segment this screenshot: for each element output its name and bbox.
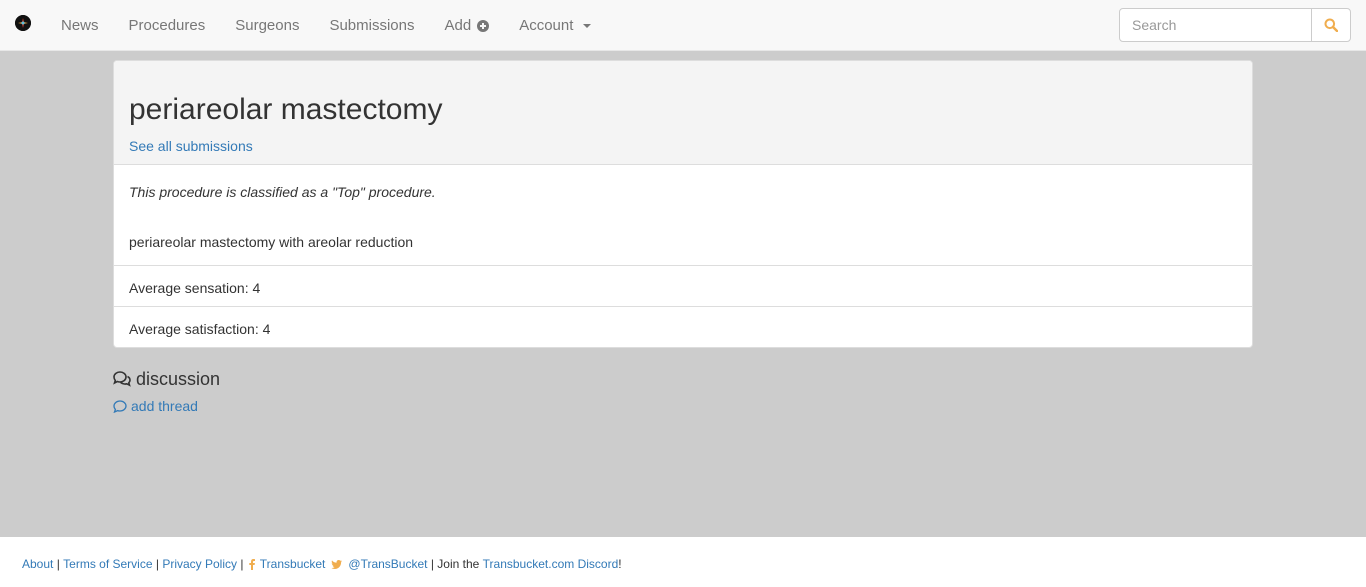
average-sensation: Average sensation: 4: [129, 280, 261, 296]
divider: [114, 265, 1252, 266]
nav-news[interactable]: News: [46, 0, 114, 51]
search-icon: [1324, 18, 1338, 32]
logo-icon[interactable]: [15, 15, 31, 31]
navbar: News Procedures Surgeons Submissions Add…: [0, 0, 1366, 51]
nav-account-dropdown[interactable]: Account: [504, 0, 606, 51]
comment-icon: [113, 399, 127, 413]
average-satisfaction: Average satisfaction: 4: [129, 321, 271, 337]
procedure-description: periareolar mastectomy with areolar redu…: [129, 234, 414, 250]
comments-icon: [113, 371, 131, 387]
footer-about-link[interactable]: About: [22, 557, 53, 571]
twitter-icon: [331, 559, 343, 569]
divider: [114, 306, 1252, 307]
nav-add[interactable]: Add: [430, 0, 505, 51]
see-all-submissions-link[interactable]: See all submissions: [129, 137, 253, 155]
facebook-icon: [249, 558, 255, 570]
footer-terms-link[interactable]: Terms of Service: [63, 557, 152, 571]
footer-discord-link[interactable]: Transbucket.com Discord: [483, 557, 619, 571]
plus-circle-icon: [477, 19, 490, 32]
page-title: periareolar mastectomy: [129, 93, 443, 126]
panel-heading: periareolar mastectomy See all submissio…: [114, 61, 1252, 165]
discussion-heading: discussion: [113, 368, 220, 390]
footer-privacy-link[interactable]: Privacy Policy: [162, 557, 237, 571]
procedure-panel: periareolar mastectomy See all submissio…: [113, 60, 1253, 348]
footer: About | Terms of Service | Privacy Polic…: [0, 537, 1366, 587]
footer-links: About | Terms of Service | Privacy Polic…: [22, 557, 622, 571]
footer-twitter-link[interactable]: @TransBucket: [329, 557, 428, 571]
search-input[interactable]: [1119, 8, 1312, 42]
classification-note: This procedure is classified as a "Top" …: [129, 184, 436, 200]
footer-facebook-link[interactable]: Transbucket: [247, 557, 325, 571]
caret-down-icon: [583, 23, 592, 28]
nav-surgeons[interactable]: Surgeons: [220, 0, 314, 51]
search-button[interactable]: [1311, 8, 1351, 42]
nav-procedures[interactable]: Procedures: [114, 0, 221, 51]
add-thread-link[interactable]: add thread: [113, 397, 198, 415]
nav-submissions[interactable]: Submissions: [314, 0, 429, 51]
main-nav: News Procedures Surgeons Submissions Add…: [46, 0, 606, 51]
